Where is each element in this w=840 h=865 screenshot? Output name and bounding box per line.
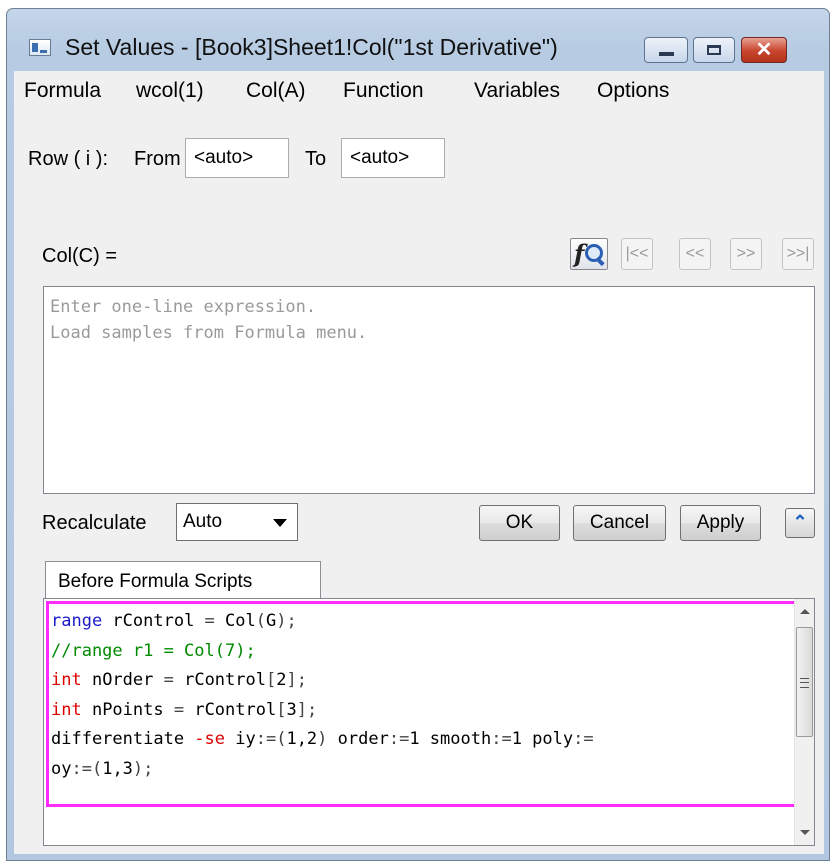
- maximize-button[interactable]: [693, 37, 735, 63]
- maximize-icon: [707, 45, 721, 55]
- menu-col[interactable]: Col(A): [246, 79, 306, 103]
- window-title: Set Values - [Book3]Sheet1!Col("1st Deri…: [65, 34, 558, 60]
- fx-icon: f: [574, 239, 585, 268]
- to-label: To: [305, 148, 327, 170]
- recalculate-label: Recalculate: [42, 512, 147, 534]
- dropdown-arrow-icon: [273, 519, 287, 527]
- expression-placeholder-line-1: Enter one-line expression.: [50, 297, 317, 317]
- script-editor[interactable]: range rControl = Col(G); //range r1 = Co…: [43, 598, 815, 846]
- menu-bar: Formula wcol(1) Col(A) Function Variable…: [14, 71, 824, 111]
- set-values-dialog: Set Values - [Book3]Sheet1!Col("1st Deri…: [6, 8, 830, 861]
- script-scrollbar[interactable]: [794, 599, 814, 845]
- scroll-up-icon[interactable]: [800, 609, 810, 614]
- recalculate-select[interactable]: Auto: [176, 503, 298, 541]
- last-column-button[interactable]: >>|: [782, 238, 814, 270]
- script-line-1: range rControl = Col(G);: [51, 611, 297, 631]
- recalculate-value: Auto: [183, 511, 223, 532]
- from-label: From: [134, 148, 181, 170]
- minimize-button[interactable]: [644, 37, 688, 63]
- row-label: Row ( i ):: [28, 148, 108, 170]
- menu-function[interactable]: Function: [343, 79, 424, 103]
- script-line-4: int nPoints = rControl[3];: [51, 699, 318, 720]
- apply-button[interactable]: Apply: [680, 505, 761, 541]
- script-line-3: int nOrder = rControl[2];: [51, 670, 307, 690]
- dialog-body: Row ( i ): From <auto> To <auto> Col(C) …: [14, 111, 824, 854]
- expression-placeholder-line-2: Load samples from Formula menu.: [50, 323, 368, 343]
- row-from-input[interactable]: <auto>: [185, 138, 289, 178]
- cancel-button[interactable]: Cancel: [573, 505, 666, 541]
- menu-variables[interactable]: Variables: [474, 79, 560, 103]
- menu-formula[interactable]: Formula: [24, 79, 101, 103]
- collapse-panel-button[interactable]: ⌃: [785, 508, 815, 538]
- chevron-up-icon: ⌃: [792, 512, 808, 532]
- menu-wcol[interactable]: wcol(1): [136, 79, 204, 103]
- first-column-button[interactable]: |<<: [621, 238, 653, 270]
- minimize-icon: [659, 52, 674, 56]
- close-button[interactable]: ✕: [741, 37, 787, 63]
- tab-before-formula-scripts[interactable]: Before Formula Scripts: [45, 561, 321, 599]
- script-highlight-box: range rControl = Col(G); //range r1 = Co…: [46, 601, 798, 807]
- scroll-thumb[interactable]: [796, 627, 813, 737]
- title-bar[interactable]: Set Values - [Book3]Sheet1!Col("1st Deri…: [7, 9, 829, 71]
- ok-button[interactable]: OK: [479, 505, 560, 541]
- script-line-5: differentiate -se iy:=(1,2) order:=1 smo…: [51, 729, 594, 749]
- next-column-button[interactable]: >>: [730, 238, 762, 270]
- previous-column-button[interactable]: <<: [679, 238, 711, 270]
- scroll-down-icon[interactable]: [800, 830, 810, 835]
- app-icon[interactable]: [29, 39, 51, 56]
- expression-editor[interactable]: Enter one-line expression. Load samples …: [43, 286, 815, 494]
- close-icon: ✕: [755, 39, 773, 61]
- row-to-input[interactable]: <auto>: [341, 138, 445, 178]
- column-label: Col(C) =: [42, 245, 118, 267]
- script-line-2: //range r1 = Col(7);: [51, 640, 256, 661]
- menu-options[interactable]: Options: [597, 79, 669, 103]
- script-line-6: oy:=(1,3);: [51, 758, 154, 779]
- function-search-button[interactable]: f: [570, 238, 608, 270]
